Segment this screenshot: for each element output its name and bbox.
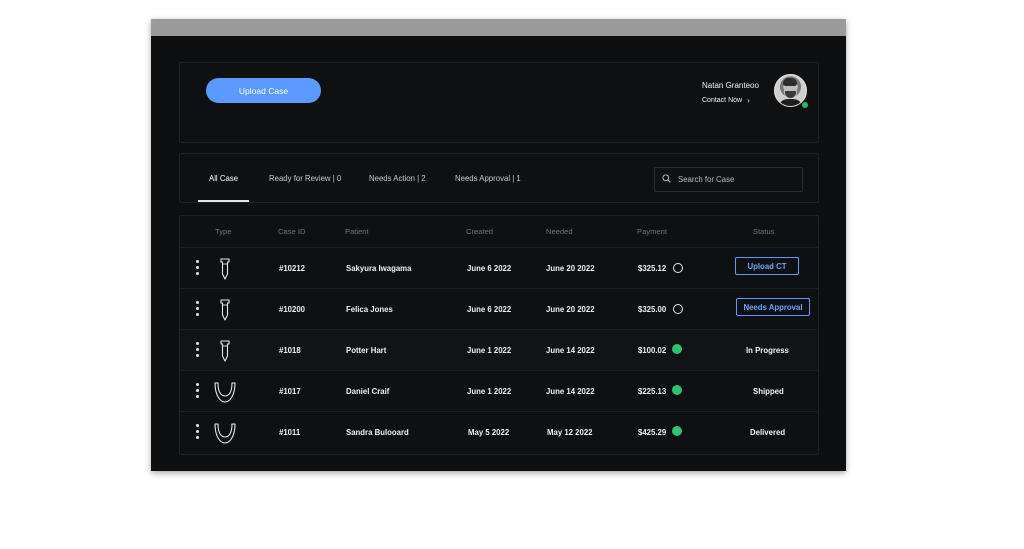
table-row[interactable]: #10212 Sakyura Iwagama June 6 2022 June … — [180, 247, 818, 289]
created-date: June 6 2022 — [467, 305, 512, 314]
created-date: June 1 2022 — [467, 346, 512, 355]
payment-amount: $100.02 — [638, 346, 667, 355]
online-status-dot — [801, 101, 809, 109]
column-header-created: Created — [466, 227, 494, 236]
tab-needs-approval[interactable]: Needs Approval | 1 — [455, 174, 521, 183]
search-icon — [662, 174, 671, 183]
row-menu-icon[interactable] — [196, 342, 200, 358]
column-header-payment: Payment — [637, 227, 667, 236]
case-id: #10200 — [279, 305, 306, 314]
payment-amount: $325.00 — [638, 305, 667, 314]
case-id: #1011 — [279, 428, 301, 437]
case-id: #1017 — [279, 387, 301, 396]
status-label: Shipped — [753, 387, 784, 396]
upload-ct-button[interactable]: Upload CT — [735, 257, 799, 275]
needs-approval-button[interactable]: Needs Approval — [736, 298, 810, 316]
column-header-type: Type — [215, 227, 232, 236]
table-row[interactable]: #10200 Felica Jones June 6 2022 June 20 … — [180, 288, 818, 330]
chevron-right-icon: › — [747, 96, 750, 105]
patient-name: Sandra Bulooard — [346, 428, 409, 437]
unpaid-circle-icon — [673, 304, 683, 314]
needed-date: June 14 2022 — [546, 387, 595, 396]
user-name: Natan Granteoo — [702, 81, 759, 90]
case-id: #1018 — [279, 346, 301, 355]
column-header-patient: Patient — [345, 227, 369, 236]
app-window: Upload Case Natan Granteoo Contact Now ›… — [151, 19, 846, 471]
patient-name: Felica Jones — [346, 305, 393, 314]
row-menu-icon[interactable] — [196, 301, 200, 317]
contact-now-link[interactable]: Contact Now › — [702, 96, 750, 105]
status-label: In Progress — [746, 346, 789, 355]
tab-needs-action[interactable]: Needs Action | 2 — [369, 174, 426, 183]
tab-ready-for-review[interactable]: Ready for Review | 0 — [269, 174, 341, 183]
row-menu-icon[interactable] — [196, 383, 200, 399]
search-input[interactable] — [678, 171, 793, 187]
payment-amount: $425.29 — [638, 428, 667, 437]
status-label: Delivered — [750, 428, 786, 437]
needed-date: June 20 2022 — [546, 305, 595, 314]
search-box[interactable] — [654, 167, 803, 192]
unpaid-circle-icon — [673, 263, 683, 273]
needed-date: May 12 2022 — [547, 428, 593, 437]
row-menu-icon[interactable] — [196, 424, 200, 440]
implant-icon — [220, 299, 230, 321]
table-row[interactable]: #1011 Sandra Bulooard May 5 2022 May 12 … — [180, 411, 818, 453]
active-tab-underline — [198, 200, 249, 202]
created-date: June 1 2022 — [467, 387, 512, 396]
row-menu-icon[interactable] — [196, 260, 200, 276]
created-date: May 5 2022 — [468, 428, 510, 437]
column-header-case-id: Case ID — [278, 227, 306, 236]
contact-now-label: Contact Now — [702, 97, 743, 104]
tabs-card: All Case Ready for Review | 0 Needs Acti… — [179, 153, 819, 203]
table-row[interactable]: #1018 Potter Hart June 1 2022 June 14 20… — [180, 329, 818, 371]
created-date: June 6 2022 — [467, 264, 512, 273]
arch-icon — [214, 382, 236, 403]
case-id: #10212 — [279, 264, 306, 273]
patient-name: Daniel Craif — [346, 387, 390, 396]
paid-dot-icon — [672, 385, 682, 395]
table-row[interactable]: #1017 Daniel Craif June 1 2022 June 14 2… — [180, 370, 818, 412]
patient-name: Potter Hart — [346, 346, 387, 355]
implant-icon — [220, 340, 230, 362]
cases-table: Type Case ID Patient Created Needed Paym… — [179, 215, 819, 455]
needed-date: June 20 2022 — [546, 264, 595, 273]
payment-amount: $325.12 — [638, 264, 667, 273]
tab-all-case[interactable]: All Case — [209, 174, 238, 183]
payment-amount: $225.13 — [638, 387, 667, 396]
implant-icon — [220, 258, 230, 280]
header-card: Upload Case Natan Granteoo Contact Now › — [179, 62, 819, 143]
paid-dot-icon — [672, 344, 682, 354]
arch-icon — [214, 423, 236, 444]
upload-case-button[interactable]: Upload Case — [206, 78, 321, 103]
window-titlebar — [151, 19, 846, 36]
column-header-status: Status — [753, 227, 775, 236]
needed-date: June 14 2022 — [546, 346, 595, 355]
patient-name: Sakyura Iwagama — [346, 264, 412, 273]
column-header-needed: Needed — [546, 227, 573, 236]
paid-dot-icon — [672, 426, 682, 436]
